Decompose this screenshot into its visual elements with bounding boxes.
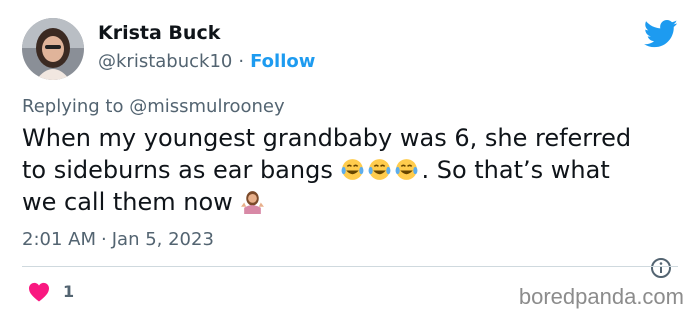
tears-of-joy-emoji-icon xyxy=(340,157,365,182)
tweet-line-2b: . So that’s what xyxy=(421,156,610,184)
author-handle[interactable]: @kristabuck10 xyxy=(98,51,232,72)
author-name[interactable]: Krista Buck xyxy=(98,22,220,44)
twitter-bird-icon[interactable] xyxy=(643,19,678,49)
tweet-line-2a: to sideburns as ear bangs xyxy=(22,156,333,184)
tweet-date: Jan 5, 2023 xyxy=(111,229,214,250)
tweet-text: When my youngest grandbaby was 6, she re… xyxy=(22,122,682,218)
replying-to-label: Replying to xyxy=(22,96,124,117)
separator: · xyxy=(238,51,245,72)
tweet-line-1: When my youngest grandbaby was 6, she re… xyxy=(22,124,632,152)
reply-mention-link[interactable]: @missmulrooney xyxy=(129,96,284,117)
heart-icon[interactable] xyxy=(28,282,50,302)
follow-button[interactable]: Follow xyxy=(250,51,315,72)
watermark: boredpanda.com xyxy=(518,284,684,309)
tweet-line-3: we call them now xyxy=(22,188,233,216)
separator: · xyxy=(101,229,107,250)
replying-to: Replying to @missmulrooney xyxy=(22,96,285,117)
tears-of-joy-emoji-icon xyxy=(394,157,419,182)
info-icon[interactable] xyxy=(650,257,672,279)
avatar[interactable] xyxy=(22,18,84,80)
tears-of-joy-emoji-icon xyxy=(367,157,392,182)
divider xyxy=(22,266,678,267)
woman-shrugging-emoji-icon xyxy=(240,189,265,214)
like-count: 1 xyxy=(63,282,75,301)
tweet-timestamp[interactable]: 2:01 AM · Jan 5, 2023 xyxy=(22,229,214,250)
tweet-time: 2:01 AM xyxy=(22,229,96,250)
author-handle-row: @kristabuck10 · Follow xyxy=(98,51,315,72)
